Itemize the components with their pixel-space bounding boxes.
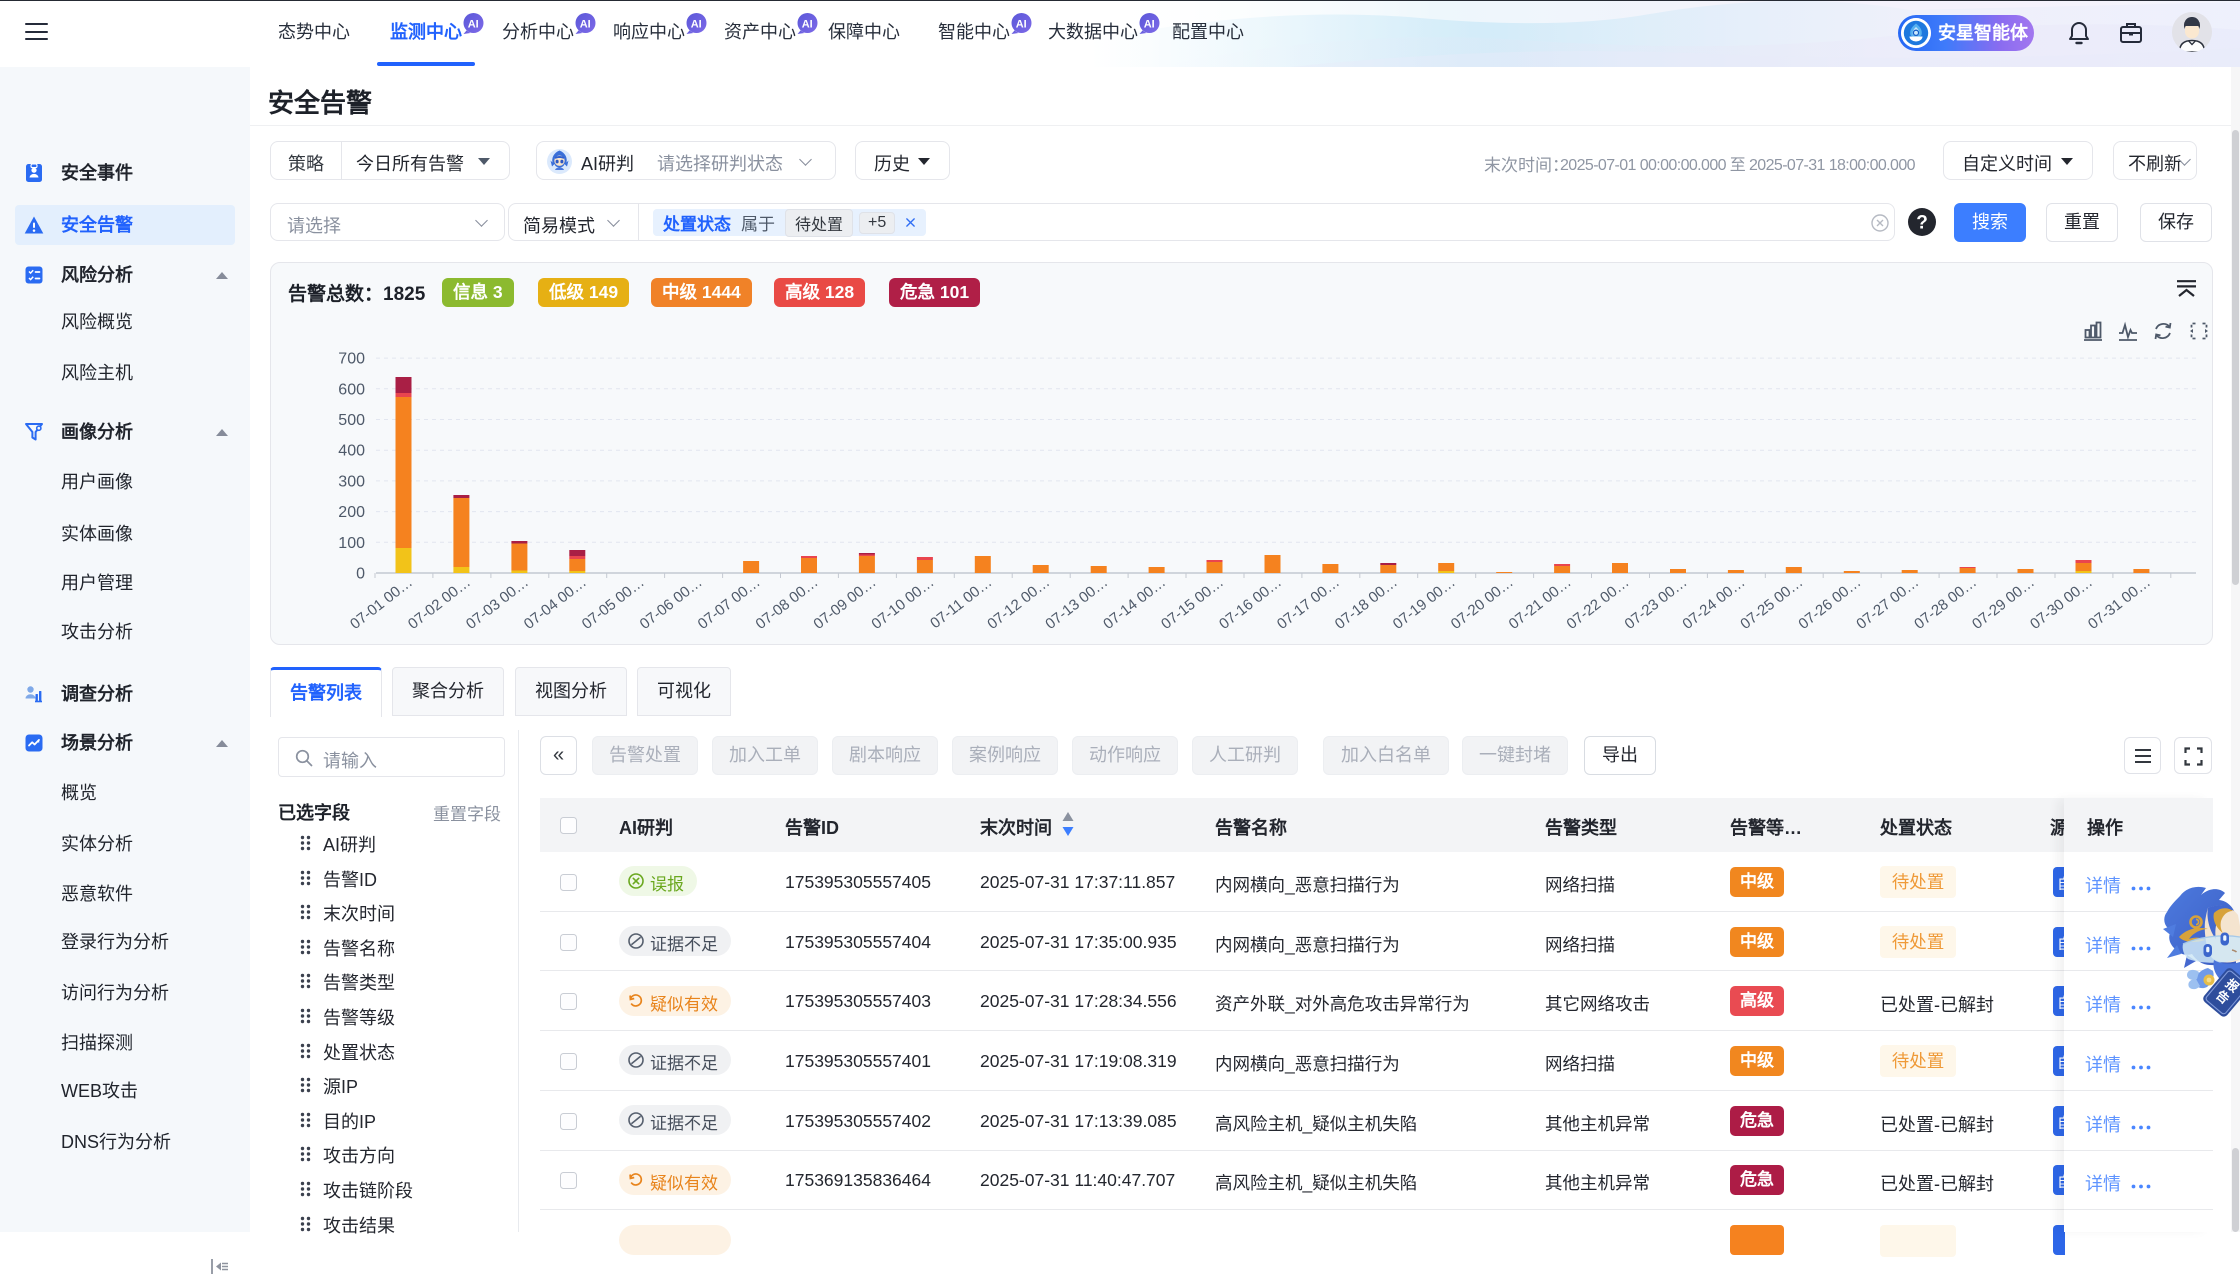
svg-text:07-25 00…: 07-25 00… bbox=[1737, 574, 1806, 633]
svg-text:AI: AI bbox=[1144, 19, 1155, 31]
svg-text:07-04 00…: 07-04 00… bbox=[521, 574, 590, 633]
svg-text:07-20 00…: 07-20 00… bbox=[1448, 574, 1517, 633]
svg-text:07-08 00…: 07-08 00… bbox=[753, 574, 822, 633]
svg-text:07-31 00…: 07-31 00… bbox=[2085, 574, 2154, 633]
svg-text:700: 700 bbox=[338, 351, 365, 368]
svg-text:07-01 00…: 07-01 00… bbox=[347, 574, 416, 633]
svg-text:07-23 00…: 07-23 00… bbox=[1622, 574, 1691, 633]
svg-text:100: 100 bbox=[338, 535, 365, 552]
svg-text:07-16 00…: 07-16 00… bbox=[1216, 574, 1285, 633]
svg-text:07-06 00…: 07-06 00… bbox=[637, 574, 706, 633]
svg-text:07-12 00…: 07-12 00… bbox=[984, 574, 1053, 633]
svg-text:07-17 00…: 07-17 00… bbox=[1274, 574, 1343, 633]
svg-text:300: 300 bbox=[338, 473, 365, 490]
svg-text:AI: AI bbox=[802, 19, 813, 31]
svg-text:07-13 00…: 07-13 00… bbox=[1042, 574, 1111, 633]
svg-text:07-21 00…: 07-21 00… bbox=[1506, 574, 1575, 633]
svg-text:07-19 00…: 07-19 00… bbox=[1390, 574, 1459, 633]
svg-text:600: 600 bbox=[338, 381, 365, 398]
svg-text:?: ? bbox=[1916, 213, 1928, 234]
svg-text:07-28 00…: 07-28 00… bbox=[1911, 574, 1980, 633]
svg-text:07-15 00…: 07-15 00… bbox=[1158, 574, 1227, 633]
svg-text:07-05 00…: 07-05 00… bbox=[579, 574, 648, 633]
svg-text:07-22 00…: 07-22 00… bbox=[1564, 574, 1633, 633]
svg-text:AI: AI bbox=[1016, 19, 1027, 31]
svg-text:07-07 00…: 07-07 00… bbox=[695, 574, 764, 633]
svg-text:400: 400 bbox=[338, 443, 365, 460]
svg-text:07-29 00…: 07-29 00… bbox=[1969, 574, 2038, 633]
svg-text:07-18 00…: 07-18 00… bbox=[1332, 574, 1401, 633]
svg-text:07-03 00…: 07-03 00… bbox=[463, 574, 532, 633]
svg-text:200: 200 bbox=[338, 504, 365, 521]
svg-text:0: 0 bbox=[356, 566, 365, 583]
svg-text:07-27 00…: 07-27 00… bbox=[1853, 574, 1922, 633]
svg-text:07-10 00…: 07-10 00… bbox=[868, 574, 937, 633]
svg-text:AI: AI bbox=[691, 19, 702, 31]
svg-text:07-24 00…: 07-24 00… bbox=[1679, 574, 1748, 633]
svg-text:07-14 00…: 07-14 00… bbox=[1100, 574, 1169, 633]
svg-text:AI: AI bbox=[580, 19, 591, 31]
svg-text:07-02 00…: 07-02 00… bbox=[405, 574, 474, 633]
svg-text:AI: AI bbox=[468, 19, 479, 31]
svg-text:500: 500 bbox=[338, 412, 365, 429]
svg-text:07-11 00…: 07-11 00… bbox=[927, 574, 995, 632]
svg-text:07-09 00…: 07-09 00… bbox=[810, 574, 879, 633]
svg-text:07-26 00…: 07-26 00… bbox=[1795, 574, 1864, 633]
svg-text:07-30 00…: 07-30 00… bbox=[2027, 574, 2096, 633]
